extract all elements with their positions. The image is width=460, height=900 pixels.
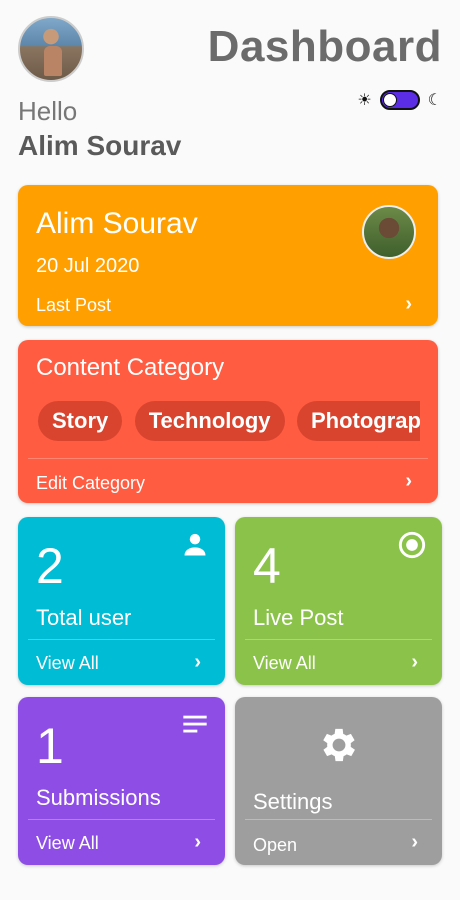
page-title: Dashboard	[207, 22, 442, 71]
divider	[28, 458, 428, 459]
view-all-live-link[interactable]: View All	[253, 653, 316, 674]
post-author: Alim Sourav	[36, 207, 198, 240]
category-chip[interactable]: Story	[38, 401, 123, 441]
submissions-label: Submissions	[36, 785, 161, 810]
open-settings-link[interactable]: Open	[253, 835, 297, 856]
live-post-count: 4	[253, 538, 281, 594]
chevron-right-icon[interactable]: ›	[194, 651, 201, 674]
post-date: 20 Jul 2020	[36, 255, 140, 277]
person-icon	[184, 533, 206, 556]
divider	[245, 639, 432, 640]
gear-icon	[323, 728, 355, 762]
view-all-submissions-link[interactable]: View All	[36, 833, 99, 854]
submissions-count: 1	[36, 718, 64, 774]
settings-card[interactable]: Settings Open ›	[235, 697, 442, 865]
moon-icon: ☾	[427, 92, 442, 109]
divider	[245, 819, 432, 820]
theme-toggle[interactable]	[379, 90, 420, 110]
total-users-card[interactable]: 2 Total user View All ›	[18, 517, 225, 685]
submissions-card[interactable]: 1 Submissions View All ›	[18, 697, 225, 865]
last-post-card[interactable]: Alim Sourav 20 Jul 2020 Last Post ›	[18, 185, 438, 326]
divider	[28, 639, 215, 640]
theme-switcher: ☀ ☾	[357, 90, 442, 110]
user-name: Alim Sourav	[18, 130, 182, 161]
sun-icon: ☀	[357, 92, 372, 109]
users-count: 2	[36, 538, 64, 594]
chevron-right-icon[interactable]: ›	[411, 651, 418, 674]
category-chips: Story Technology Photography	[38, 401, 420, 443]
chevron-right-icon[interactable]: ›	[405, 470, 412, 493]
live-post-label: Live Post	[253, 605, 344, 630]
avatar[interactable]	[18, 16, 84, 82]
chevron-right-icon[interactable]: ›	[411, 831, 418, 854]
chevron-right-icon[interactable]: ›	[194, 831, 201, 854]
category-title: Content Category	[36, 354, 225, 381]
toggle-knob	[382, 93, 397, 107]
users-label: Total user	[36, 605, 132, 630]
greeting: Hello	[18, 96, 78, 126]
category-chip[interactable]: Photography	[296, 401, 420, 441]
content-category-card: Content Category Story Technology Photog…	[18, 340, 438, 503]
edit-category-link[interactable]: Edit Category	[36, 473, 145, 494]
radio-button-icon	[398, 531, 426, 559]
post-avatar	[362, 205, 416, 259]
chevron-right-icon[interactable]: ›	[405, 293, 412, 316]
view-all-users-link[interactable]: View All	[36, 653, 99, 674]
settings-label: Settings	[253, 789, 333, 814]
live-post-card[interactable]: 4 Live Post View All ›	[235, 517, 442, 685]
list-icon	[183, 715, 207, 733]
last-post-link[interactable]: Last Post	[36, 295, 111, 316]
category-chip[interactable]: Technology	[134, 401, 285, 441]
divider	[28, 819, 215, 820]
